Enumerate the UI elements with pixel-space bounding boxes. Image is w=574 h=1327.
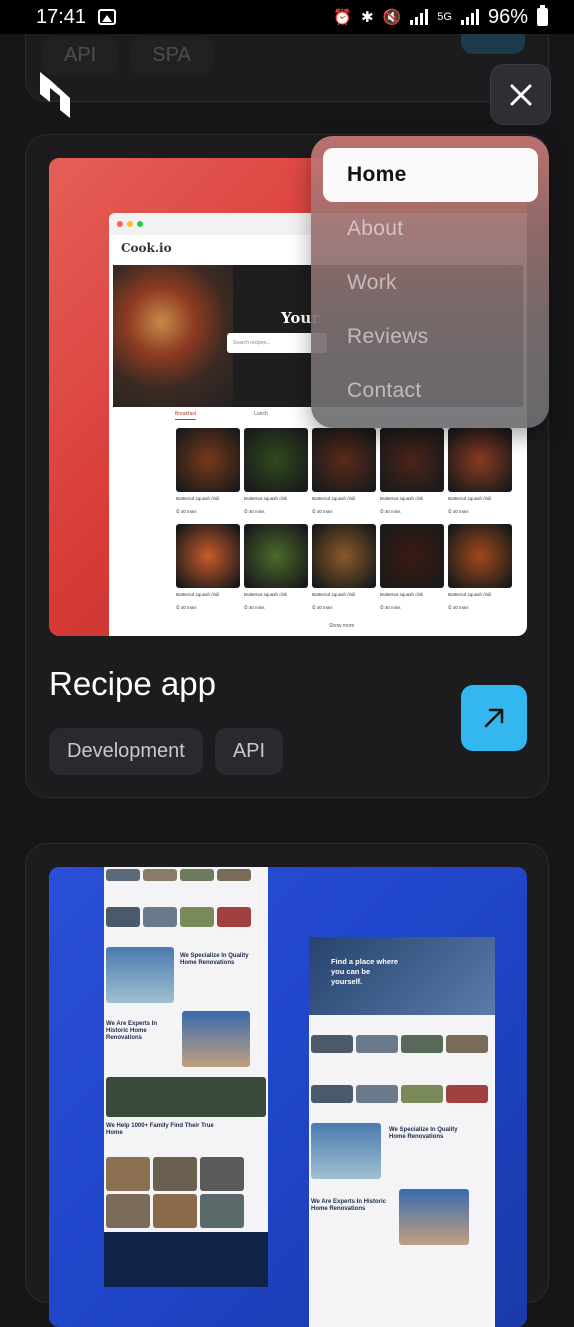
close-icon bbox=[510, 84, 531, 105]
preview-show-more: Show more bbox=[329, 623, 355, 629]
open-project-button[interactable] bbox=[461, 685, 527, 751]
preview-recipe-caption: Butternut squash chili ⏱ 40 mins bbox=[448, 492, 512, 520]
site-logo-icon[interactable] bbox=[38, 70, 72, 120]
preview-hero-text: Find a place where you can be yourself. bbox=[331, 957, 399, 986]
preview-recipe-time: ⏱ 40 mins bbox=[312, 605, 333, 610]
preview-recipe-card: Butternut squash chili ⏱ 40 mins bbox=[380, 428, 444, 520]
real-estate-preview-left: We Specialize In Quality Home Renovation… bbox=[104, 867, 268, 1287]
preview-recipe-card: Butternut squash chili ⏱ 40 mins bbox=[244, 524, 308, 616]
preview-recipe-caption: Butternut squash chili ⏱ 40 mins bbox=[244, 492, 308, 520]
preview-food-image bbox=[244, 428, 308, 492]
preview-food-image bbox=[244, 524, 308, 588]
preview-recipe-time: ⏱ 40 mins bbox=[244, 605, 265, 610]
preview-recipe-card: Butternut squash chili ⏱ 40 mins bbox=[176, 524, 240, 616]
preview-food-image bbox=[380, 524, 444, 588]
preview-food-image bbox=[176, 524, 240, 588]
signal-icon bbox=[410, 9, 429, 25]
menu-item-work[interactable]: Work bbox=[323, 256, 538, 310]
preview-recipe-caption: Butternut squash chili ⏱ 40 mins bbox=[312, 492, 376, 520]
preview-recipe-card: Butternut squash chili ⏱ 40 mins bbox=[448, 524, 512, 616]
network-type: 5G bbox=[437, 10, 452, 23]
preview-section-1: We Specialize In Quality Home Renovation… bbox=[180, 953, 249, 967]
preview-tabs: Breakfast Lunch bbox=[175, 411, 268, 420]
preview-recipe-card: Butternut squash chili ⏱ 40 mins bbox=[176, 428, 240, 520]
arrow-up-right-icon bbox=[484, 708, 504, 728]
menu-item-about[interactable]: About bbox=[323, 202, 538, 256]
preview-food-image bbox=[380, 428, 444, 492]
preview-section-2: We Are Experts In Historic Home Renovati… bbox=[106, 1021, 158, 1042]
preview-food-image bbox=[448, 524, 512, 588]
preview-recipe-card: Butternut squash chili ⏱ 40 mins bbox=[380, 524, 444, 616]
preview-recipe-time: ⏱ 40 mins bbox=[176, 605, 197, 610]
preview-food-image bbox=[176, 428, 240, 492]
preview-recipe-time: ⏱ 40 mins bbox=[312, 509, 333, 514]
preview-section-3: We Help 1000+ Family Find Their True Hom… bbox=[106, 1123, 214, 1137]
gallery-notification-icon bbox=[98, 9, 117, 25]
preview-food-image bbox=[448, 428, 512, 492]
real-estate-preview-right: Find a place where you can be yourself. … bbox=[309, 937, 495, 1327]
mute-icon: 🔇 bbox=[382, 8, 402, 26]
preview-recipe-card: Butternut squash chili ⏱ 40 mins bbox=[244, 428, 308, 520]
preview-recipe-caption: Butternut squash chili ⏱ 40 mins bbox=[380, 492, 444, 520]
preview-recipe-caption: Butternut squash chili ⏱ 40 mins bbox=[176, 588, 240, 616]
signal-strength-icon bbox=[460, 9, 479, 25]
status-bar: 17:41 ⏰ ✱ 🔇 5G 96% bbox=[0, 0, 574, 34]
project-thumbnail[interactable]: We Specialize In Quality Home Renovation… bbox=[49, 867, 527, 1327]
preview-recipe-grid: Butternut squash chili ⏱ 40 mins Butternut… bbox=[176, 428, 516, 616]
menu-item-contact[interactable]: Contact bbox=[323, 364, 538, 418]
cookio-logo: Cook.io bbox=[121, 241, 172, 255]
preview-recipe-time: ⏱ 40 mins bbox=[244, 509, 265, 514]
menu-item-home[interactable]: Home bbox=[323, 148, 538, 202]
alarm-icon: ⏰ bbox=[333, 8, 353, 26]
preview-recipe-card: Butternut squash chili ⏱ 40 mins bbox=[312, 428, 376, 520]
preview-food-image bbox=[312, 428, 376, 492]
tag-api: API bbox=[214, 728, 284, 775]
preview-recipe-caption: Butternut squash chili ⏱ 40 mins bbox=[312, 588, 376, 616]
preview-recipe-caption: Butternut squash chili ⏱ 40 mins bbox=[380, 588, 444, 616]
preview-recipe-time: ⏱ 40 mins bbox=[176, 509, 197, 514]
bluetooth-icon: ✱ bbox=[361, 8, 374, 26]
preview-recipe-card: Butternut squash chili ⏱ 40 mins bbox=[312, 524, 376, 616]
preview-recipe-time: ⏱ 40 mins bbox=[448, 509, 469, 514]
battery-percent: 96% bbox=[487, 5, 528, 28]
preview-recipe-caption: Butternut squash chili ⏱ 40 mins bbox=[244, 588, 308, 616]
battery-icon bbox=[537, 5, 548, 26]
project-card-real-estate: We Specialize In Quality Home Renovation… bbox=[25, 843, 549, 1327]
preview-recipe-time: ⏱ 40 mins bbox=[380, 605, 401, 610]
project-tags: Development API bbox=[49, 728, 284, 775]
tag-development: Development bbox=[49, 728, 203, 775]
menu-item-reviews[interactable]: Reviews bbox=[323, 310, 538, 364]
preview-recipe-caption: Butternut squash chili ⏱ 40 mins bbox=[448, 588, 512, 616]
preview-recipe-time: ⏱ 40 mins bbox=[380, 509, 401, 514]
preview-recipe-caption: Butternut squash chili ⏱ 40 mins bbox=[176, 492, 240, 520]
preview-food-image bbox=[312, 524, 376, 588]
status-time: 17:41 bbox=[36, 5, 87, 28]
project-title: Recipe app bbox=[49, 665, 216, 702]
close-menu-button[interactable] bbox=[490, 64, 551, 125]
nav-menu: Home About Work Reviews Contact bbox=[311, 136, 549, 428]
preview-recipe-card: Butternut squash chili ⏱ 40 mins bbox=[448, 428, 512, 520]
tag: SPA bbox=[130, 36, 213, 75]
preview-recipe-time: ⏱ 40 mins bbox=[448, 605, 469, 610]
